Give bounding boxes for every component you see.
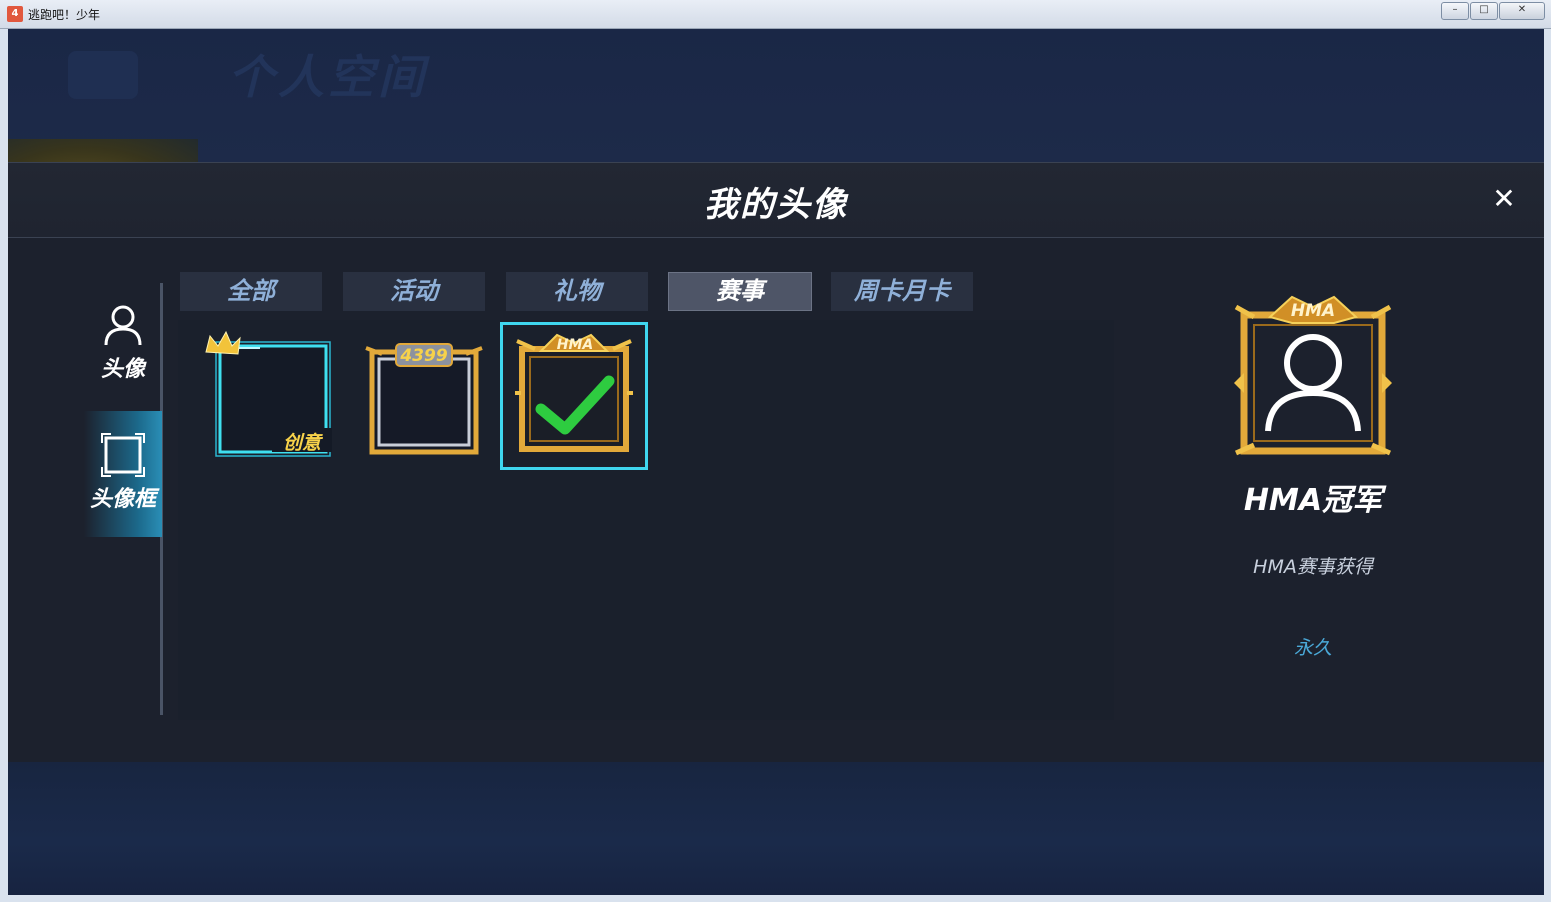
frame-icon <box>101 433 145 477</box>
window-title: 逃跑吧！少年 <box>28 8 101 22</box>
tab-all[interactable]: 全部 <box>180 272 322 311</box>
preview-hma-badge: HMA <box>1290 301 1336 321</box>
dialog-header: 我的头像 ✕ <box>8 163 1544 238</box>
app-icon: 4 <box>7 6 23 22</box>
preview-frame: HMA <box>1230 293 1396 459</box>
tab-gift[interactable]: 礼物 <box>506 272 648 311</box>
user-icon <box>104 305 142 346</box>
crown-icon <box>205 330 241 355</box>
frame-grid: 创意 4399 HMA <box>178 320 1114 720</box>
hma-badge: HMA <box>556 337 594 353</box>
4399-badge: 4399 <box>400 346 448 366</box>
game-viewport: 个人空间 我的头像 ✕ 头像 头像框 全部 活动 礼物 赛事 周卡月卡 创意 4… <box>8 29 1544 895</box>
tab-event[interactable]: 活动 <box>343 272 485 311</box>
preview-frame-duration: 永久 <box>1293 637 1332 659</box>
frame-item-hma[interactable]: HMA <box>500 322 648 470</box>
creative-badge: 创意 <box>272 428 332 454</box>
sidebar-item-label: 头像框 <box>89 487 156 512</box>
dialog-title: 我的头像 <box>704 185 848 225</box>
avatar-dialog: 我的头像 ✕ 头像 头像框 全部 活动 礼物 赛事 周卡月卡 创意 4399 H… <box>8 162 1544 762</box>
preview-frame-name: HMA冠军 <box>1243 483 1383 518</box>
background-bottom <box>8 761 1544 895</box>
background-page-title: 个人空间 <box>228 50 428 104</box>
window-controls: – □ ✕ <box>1440 2 1545 20</box>
background-logo <box>68 51 138 99</box>
close-icon[interactable]: ✕ <box>1490 185 1518 213</box>
window-titlebar: 4 逃跑吧！少年 – □ ✕ <box>0 0 1551 29</box>
sidebar-item-avatar-frame[interactable]: 头像框 <box>84 411 162 537</box>
preview-frame-source: HMA赛事获得 <box>1253 556 1373 578</box>
frame-item-4399[interactable]: 4399 <box>352 324 496 468</box>
tab-tournament[interactable]: 赛事 <box>668 272 812 311</box>
minimize-icon[interactable]: – <box>1441 2 1469 20</box>
tab-weekly-monthly-card[interactable]: 周卡月卡 <box>831 272 973 311</box>
sidebar-item-label: 头像 <box>100 357 145 382</box>
close-icon[interactable]: ✕ <box>1499 2 1545 20</box>
frame-item-creative[interactable]: 创意 <box>200 324 344 468</box>
maximize-icon[interactable]: □ <box>1470 2 1498 20</box>
